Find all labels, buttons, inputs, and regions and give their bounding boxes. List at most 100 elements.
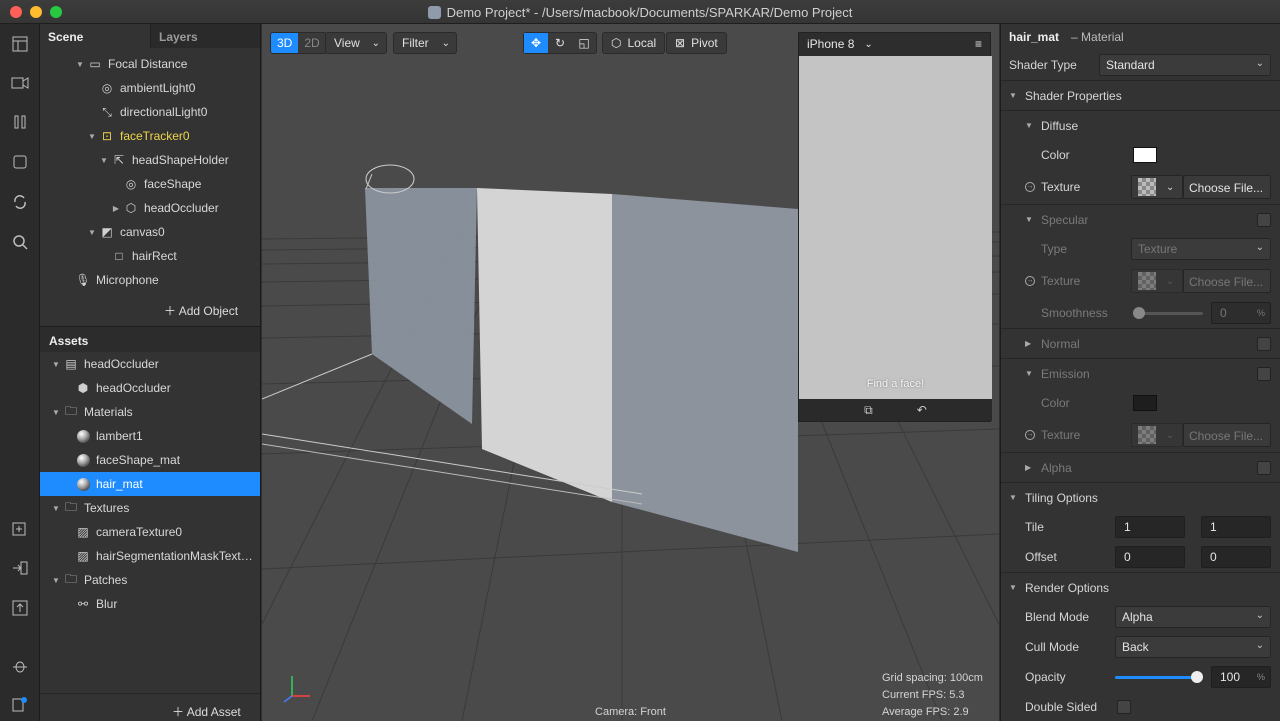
chevron-down-icon[interactable]: ⌄ (864, 39, 872, 50)
scene-item-focal-distance[interactable]: ▼ ▭ Focal Distance (40, 52, 260, 76)
asset-item-textures[interactable]: ▼ 🗀︎ Textures (40, 496, 260, 520)
scene-item-directional-light[interactable]: ⤡ directionalLight0 (40, 100, 260, 124)
face-tracker-icon: ⊡ (101, 129, 113, 143)
refresh-icon[interactable] (8, 190, 32, 214)
scene-item-head-shape-holder[interactable]: ▼ ⇱ headShapeHolder (40, 148, 260, 172)
menu-icon[interactable]: ≡ (975, 37, 982, 51)
flip-camera-icon[interactable]: ↶ (917, 403, 927, 417)
bug-icon[interactable] (8, 654, 32, 678)
asset-item-blur[interactable]: ⚯ Blur (40, 592, 260, 616)
specular-type-select[interactable]: Texture ⌄ (1131, 238, 1271, 260)
transform-tools[interactable]: ✥ ↻ ◱ (523, 32, 597, 54)
inspector-object-kind: – Material (1071, 30, 1124, 44)
mode-2d-button[interactable]: 2D (298, 33, 325, 53)
specular-texture-picker[interactable]: ⌄ (1131, 269, 1183, 293)
alpha-enable-checkbox[interactable] (1257, 460, 1271, 475)
alpha-header[interactable]: ▶ Alpha (1001, 452, 1280, 482)
asset-item-faceshape-mat[interactable]: faceShape_mat (40, 448, 260, 472)
offset-y-input[interactable]: 0 (1201, 546, 1271, 568)
specular-header[interactable]: ▼ Specular (1001, 204, 1280, 234)
asset-item-hair-mat[interactable]: hair_mat (40, 472, 260, 496)
asset-item-camera-texture[interactable]: ▨ cameraTexture0 (40, 520, 260, 544)
scene-item-hair-rect[interactable]: □ hairRect (40, 244, 260, 268)
emission-choose-file-button[interactable]: Choose File... (1183, 423, 1271, 447)
scene-item-face-tracker[interactable]: ▼ ⊡ faceTracker0 (40, 124, 260, 148)
tile-x-input[interactable]: 1 (1115, 516, 1185, 538)
diffuse-texture-picker[interactable]: ⌄ (1131, 175, 1183, 199)
asset-item-materials[interactable]: ▼ 🗀︎ Materials (40, 400, 260, 424)
scene-item-microphone[interactable]: 🎙︎ Microphone (40, 268, 260, 292)
emission-enable-checkbox[interactable] (1257, 366, 1271, 381)
layout-icon[interactable] (8, 32, 32, 56)
import-icon[interactable] (8, 556, 32, 580)
tab-scene[interactable]: Scene (40, 24, 150, 48)
diffuse-color-swatch[interactable] (1133, 147, 1157, 163)
tiling-options-header[interactable]: ▼ Tiling Options (1001, 482, 1280, 512)
add-object-button[interactable]: ＋ Add Object (164, 302, 238, 319)
add-asset-button[interactable]: ＋ Add Asset (172, 703, 241, 720)
filter-dropdown[interactable]: Filter ⌄ (393, 32, 457, 54)
view-dropdown[interactable]: View ⌄ (325, 32, 387, 54)
shader-properties-header[interactable]: ▼ Shader Properties (1001, 80, 1280, 110)
shader-type-select[interactable]: Standard ⌄ (1099, 54, 1271, 76)
upload-icon[interactable] (8, 596, 32, 620)
stop-icon[interactable] (8, 150, 32, 174)
scene-viewport[interactable]: 3D 2D View ⌄ Filter ⌄ ✥ ↻ ◱ ⬡ Local ⊠ Pivot … (262, 24, 999, 721)
offset-x-input[interactable]: 0 (1115, 546, 1185, 568)
expand-arrow-icon[interactable]: ▼ (98, 156, 110, 165)
link-icon[interactable]: → (1025, 182, 1035, 192)
asset-item-head-occluder[interactable]: ⬢ headOccluder (40, 376, 260, 400)
double-sided-checkbox[interactable] (1117, 700, 1131, 714)
normal-header[interactable]: ▶ Normal (1001, 328, 1280, 358)
device-selector[interactable]: iPhone 8 (807, 37, 854, 51)
blend-mode-select[interactable]: Alpha ⌄ (1115, 606, 1271, 628)
asset-item-hair-segmentation-texture[interactable]: ▨ hairSegmentationMaskText… (40, 544, 260, 568)
local-space-button[interactable]: ⬡ Local (602, 32, 666, 54)
scene-item-head-occluder[interactable]: ▶ ⬡ headOccluder (40, 196, 260, 220)
view-mode-toggle[interactable]: 3D 2D (270, 32, 327, 54)
diffuse-choose-file-button[interactable]: Choose File... (1183, 175, 1271, 199)
asset-item-lambert1[interactable]: lambert1 (40, 424, 260, 448)
search-icon[interactable] (8, 230, 32, 254)
link-icon[interactable]: → (1025, 276, 1035, 286)
asset-item-head-occluder-folder[interactable]: ▼ ▤ headOccluder (40, 352, 260, 376)
expand-arrow-icon[interactable]: ▼ (50, 576, 62, 585)
pivot-button[interactable]: ⊠ Pivot (666, 32, 727, 54)
expand-arrow-icon[interactable]: ▼ (50, 504, 62, 513)
scene-item-face-shape[interactable]: ◎ faceShape (40, 172, 260, 196)
expand-arrow-icon[interactable]: ▼ (50, 408, 62, 417)
expand-arrow-icon[interactable]: ▼ (86, 228, 98, 237)
normal-enable-checkbox[interactable] (1257, 336, 1271, 351)
tab-layers[interactable]: Layers (150, 24, 260, 48)
video-icon[interactable] (8, 71, 32, 95)
emission-color-swatch[interactable] (1133, 395, 1157, 411)
pause-icon[interactable] (8, 110, 32, 134)
link-icon[interactable]: → (1025, 430, 1035, 440)
asset-item-patches[interactable]: ▼ 🗀︎ Patches (40, 568, 260, 592)
emission-header[interactable]: ▼ Emission (1001, 358, 1280, 388)
specular-choose-file-button[interactable]: Choose File... (1183, 269, 1271, 293)
tile-y-input[interactable]: 1 (1201, 516, 1271, 538)
expand-arrow-icon[interactable]: ▼ (86, 132, 98, 141)
help-icon[interactable] (8, 692, 32, 716)
expand-arrow-icon[interactable]: ▶ (110, 204, 122, 213)
expand-arrow-icon[interactable]: ▼ (50, 360, 62, 369)
scene-item-ambient-light[interactable]: ◎ ambientLight0 (40, 76, 260, 100)
capture-icon[interactable]: ⧉ (864, 403, 873, 418)
opacity-slider-thumb[interactable] (1191, 671, 1203, 683)
diffuse-header[interactable]: ▼ Diffuse (1001, 110, 1280, 140)
cull-mode-select[interactable]: Back ⌄ (1115, 636, 1271, 658)
mode-3d-button[interactable]: 3D (271, 33, 299, 53)
emission-texture-picker[interactable]: ⌄ (1131, 423, 1183, 447)
scene-item-canvas[interactable]: ▼ ◩ canvas0 (40, 220, 260, 244)
rotate-tool-icon[interactable]: ↻ (548, 33, 572, 53)
add-frame-icon[interactable] (8, 516, 32, 540)
render-options-header[interactable]: ▼ Render Options (1001, 572, 1280, 602)
specular-enable-checkbox[interactable] (1257, 212, 1271, 227)
scale-tool-icon[interactable]: ◱ (572, 33, 596, 53)
smoothness-input[interactable]: 0% (1211, 302, 1271, 324)
move-tool-icon[interactable]: ✥ (524, 33, 548, 53)
smoothness-slider-thumb[interactable] (1133, 307, 1145, 319)
opacity-input[interactable]: 100% (1211, 666, 1271, 688)
expand-arrow-icon[interactable]: ▼ (74, 60, 86, 69)
